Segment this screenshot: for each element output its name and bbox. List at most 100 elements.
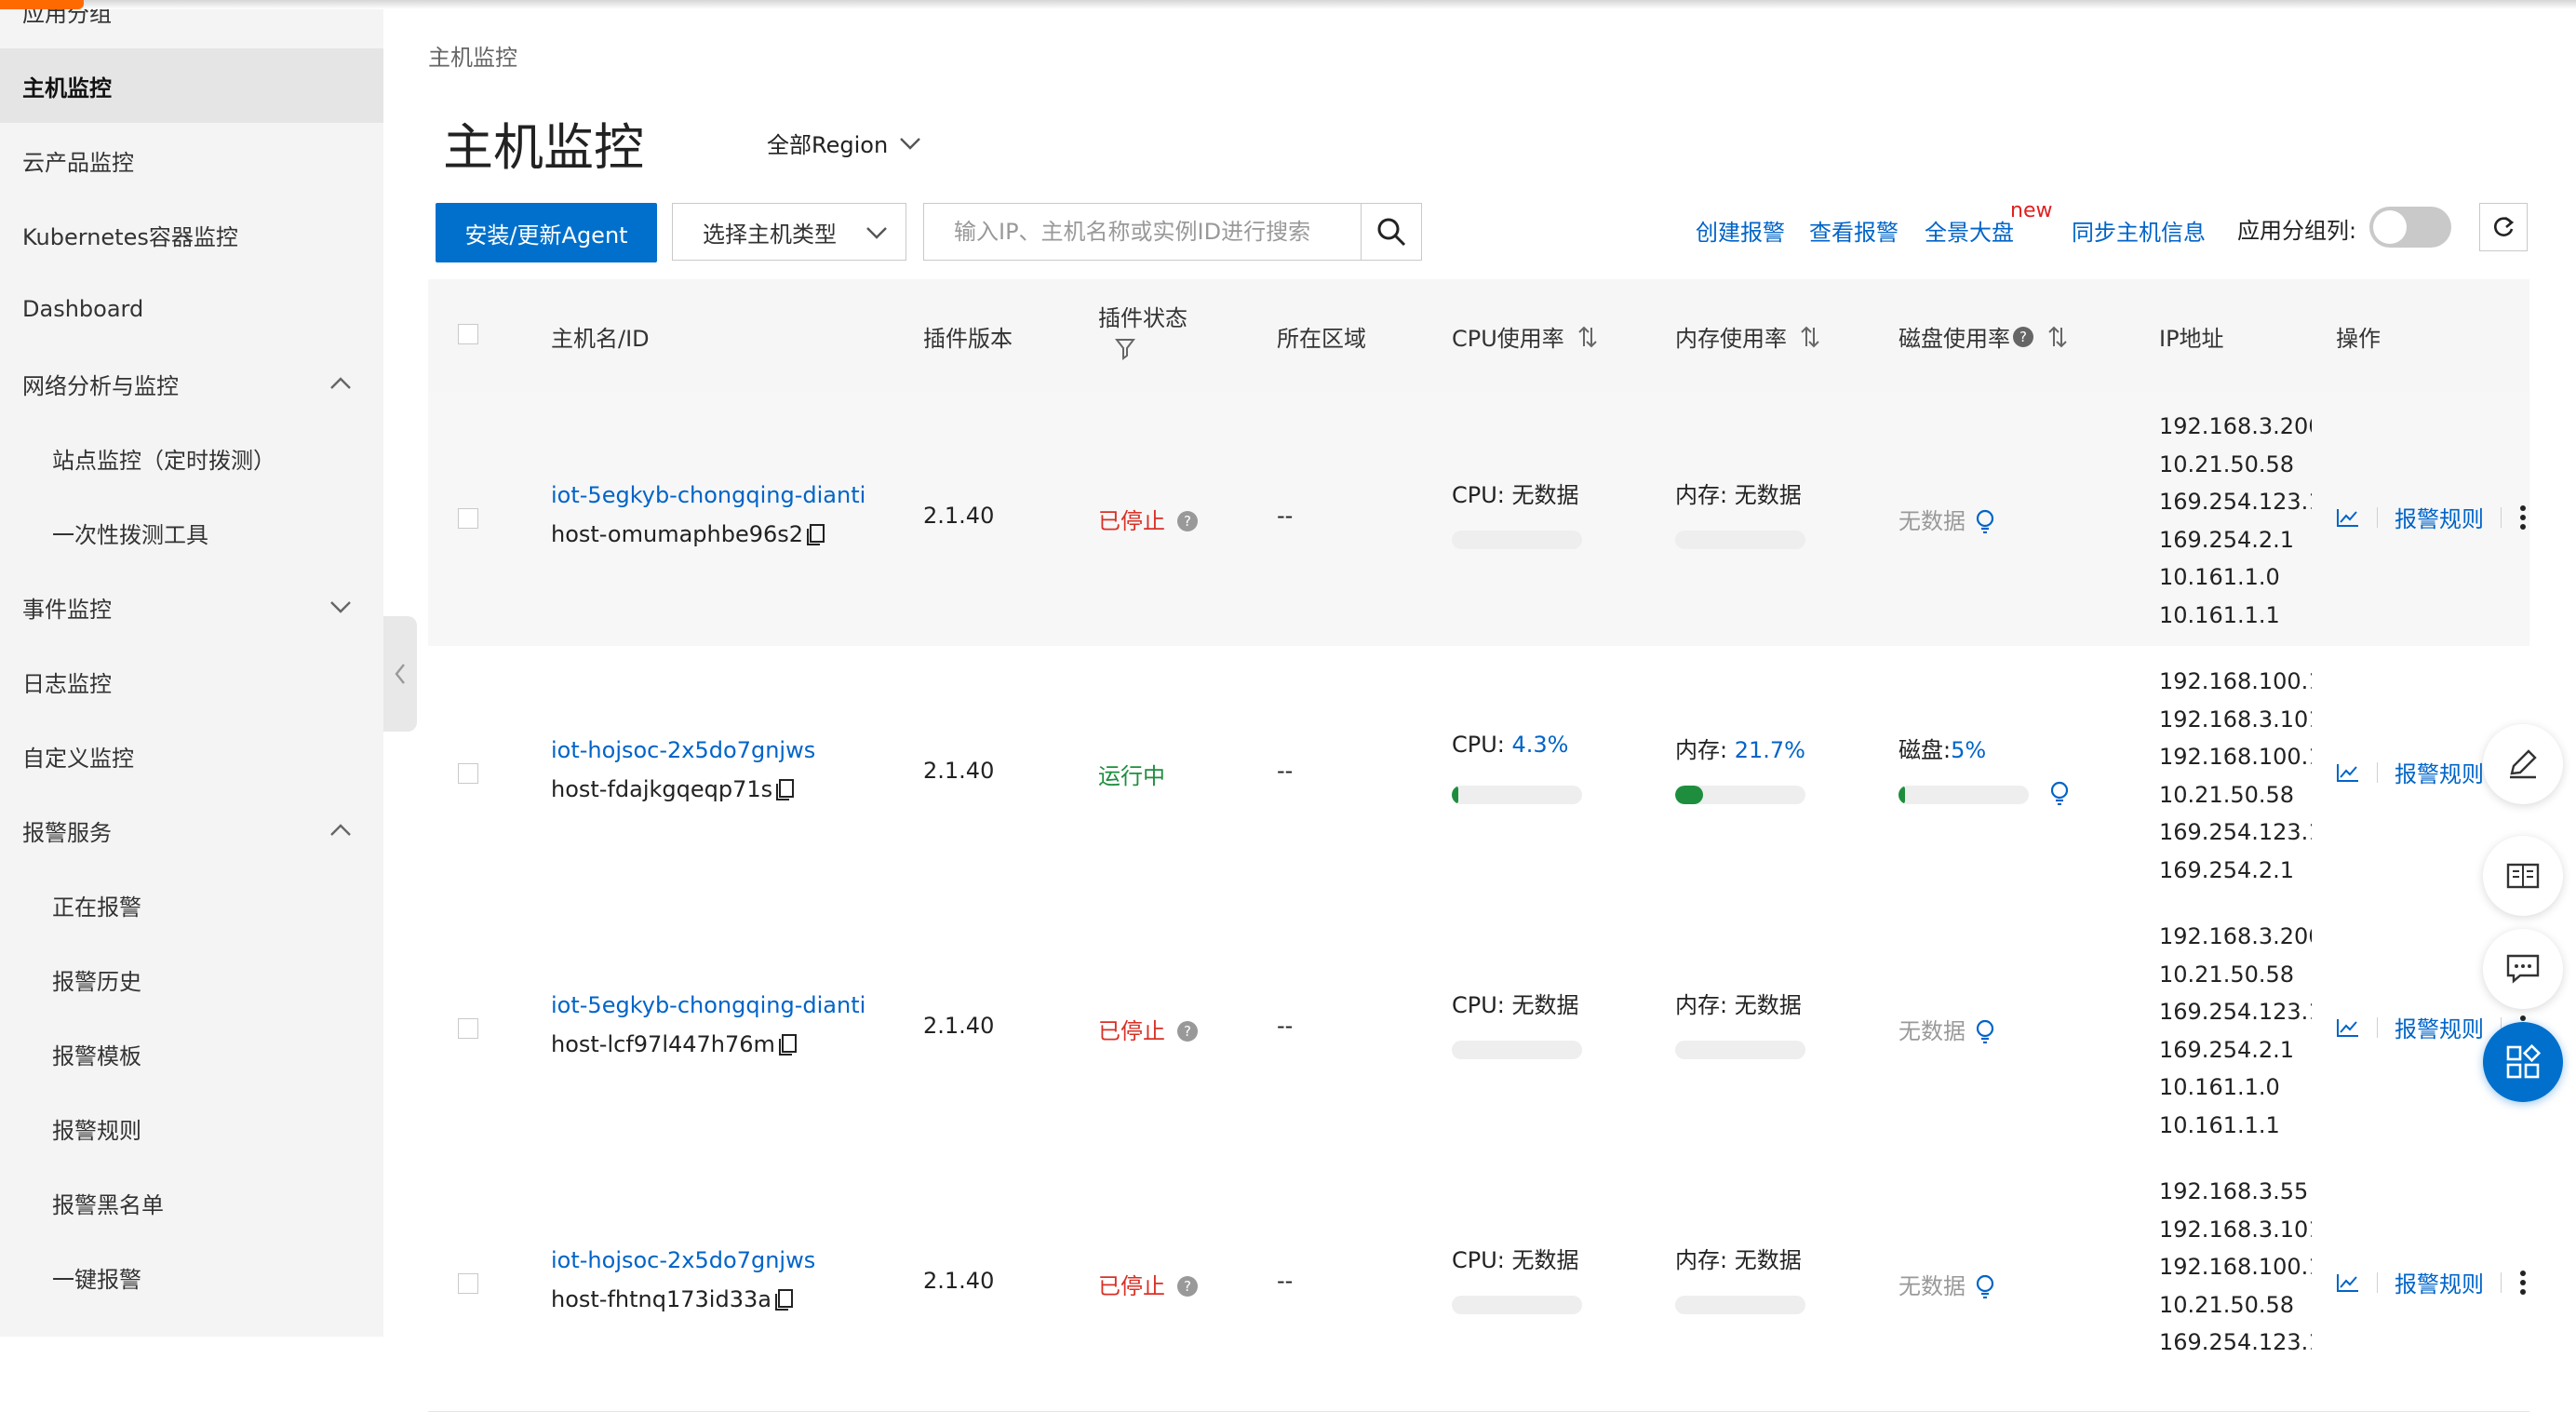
docs-button[interactable] xyxy=(2483,836,2563,916)
chart-icon[interactable] xyxy=(2336,507,2360,528)
host-type-select[interactable]: 选择主机类型 xyxy=(672,203,906,261)
sidebar-item-event-monitor[interactable]: 事件监控 xyxy=(0,570,383,644)
host-name-link[interactable]: iot-hojsoc-2x5do7gnjws xyxy=(551,1247,815,1273)
lightbulb-icon[interactable] xyxy=(2049,781,2070,806)
refresh-icon xyxy=(2494,216,2515,236)
ip-address: 169.254.2.1 xyxy=(2159,526,2295,553)
filter-icon[interactable] xyxy=(1115,338,1135,360)
help-icon[interactable]: ? xyxy=(1176,1020,1199,1042)
sidebar-item-custom-monitor[interactable]: 自定义监控 xyxy=(0,719,383,793)
host-name-link[interactable]: iot-5egkyb-chongqing-dianti xyxy=(551,482,865,508)
sidebar-item-cloud-product[interactable]: 云产品监控 xyxy=(0,123,383,197)
sidebar-item-probe-tool[interactable]: 一次性拨测工具 xyxy=(0,495,383,570)
alarm-rule-link[interactable]: 报警规则 xyxy=(2395,1266,2484,1298)
sidebar-item-one-click-alarm[interactable]: 一键报警 xyxy=(0,1240,383,1314)
sidebar-item-alarm-history[interactable]: 报警历史 xyxy=(0,942,383,1016)
chevron-down-icon[interactable] xyxy=(328,594,354,620)
overview-dashboard-link[interactable]: 全景大盘 xyxy=(1925,214,2014,247)
install-agent-button[interactable]: 安装/更新Agent xyxy=(436,203,657,262)
row-checkbox[interactable] xyxy=(458,1018,478,1039)
row-checkbox[interactable] xyxy=(458,763,478,784)
search-input[interactable] xyxy=(924,204,1384,260)
search-button[interactable] xyxy=(1361,204,1421,260)
help-icon[interactable]: ? xyxy=(2012,326,2034,348)
sidebar-item-alarming[interactable]: 正在报警 xyxy=(0,867,383,942)
col-disk-label: 磁盘使用率 xyxy=(1898,326,2010,352)
chat-button[interactable] xyxy=(2483,929,2563,1009)
copy-icon[interactable] xyxy=(773,1287,796,1311)
copy-icon[interactable] xyxy=(777,1032,799,1056)
chevron-up-icon[interactable] xyxy=(328,817,354,843)
region-selector[interactable]: 全部Region xyxy=(767,127,921,159)
chevron-up-icon[interactable] xyxy=(328,370,354,397)
breadcrumb[interactable]: 主机监控 xyxy=(428,39,517,72)
help-icon[interactable]: ? xyxy=(1176,510,1199,532)
row-checkbox[interactable] xyxy=(458,1273,478,1294)
book-icon xyxy=(2506,863,2540,889)
table-header: 主机名/ID 插件版本 插件状态 所在区域 CPU使用率 内存使用率 磁盘使用率… xyxy=(428,279,2529,392)
cpu-progress-bar xyxy=(1452,1296,1582,1314)
more-icon[interactable] xyxy=(2518,1270,2528,1296)
host-id-text: host-omumaphbe96s2 xyxy=(551,521,804,547)
create-alarm-link[interactable]: 创建报警 xyxy=(1696,214,1785,247)
alarm-rule-link[interactable]: 报警规则 xyxy=(2395,756,2484,788)
sidebar-item-kubernetes[interactable]: Kubernetes容器监控 xyxy=(0,197,383,272)
col-memory-label: 内存使用率 xyxy=(1675,326,1787,352)
sort-icon[interactable] xyxy=(2047,325,2068,349)
sidebar-item-label: 云产品监控 xyxy=(22,149,134,176)
copy-icon[interactable] xyxy=(774,777,797,801)
apps-button[interactable] xyxy=(2483,1022,2563,1102)
sidebar-item-network[interactable]: 网络分析与监控 xyxy=(0,346,383,421)
disk-value: 无数据 xyxy=(1898,508,1966,534)
region-value: -- xyxy=(1277,758,1294,784)
chart-icon[interactable] xyxy=(2336,1272,2360,1293)
top-shadow xyxy=(0,0,2576,9)
row-checkbox[interactable] xyxy=(458,508,478,529)
alarm-rule-link[interactable]: 报警规则 xyxy=(2395,501,2484,533)
host-name-link[interactable]: iot-5egkyb-chongqing-dianti xyxy=(551,992,865,1018)
ip-address: 169.254.123.1 xyxy=(2159,1329,2312,1355)
cpu-usage: CPU: 无数据 xyxy=(1452,1242,1579,1274)
sidebar-item-label: Dashboard xyxy=(22,296,144,322)
region-value: -- xyxy=(1277,503,1294,529)
ip-address: 192.168.3.101 xyxy=(2159,706,2312,733)
alarm-rule-link[interactable]: 报警规则 xyxy=(2395,1011,2484,1043)
sidebar-item-alarm-service[interactable]: 报警服务 xyxy=(0,793,383,867)
sidebar-item-log-monitor[interactable]: 日志监控 xyxy=(0,644,383,719)
select-all-checkbox[interactable] xyxy=(458,324,478,344)
sort-icon[interactable] xyxy=(1800,325,1820,349)
status-text: 已停止 xyxy=(1098,508,1165,534)
sync-host-link[interactable]: 同步主机信息 xyxy=(2072,214,2206,247)
lightbulb-icon[interactable] xyxy=(1975,1274,1995,1299)
status-text: 已停止 xyxy=(1098,1273,1165,1299)
plugin-status: 已停止? xyxy=(1098,1013,1199,1045)
memory-label: 内存: xyxy=(1675,737,1735,763)
sidebar-item-alarm-blacklist[interactable]: 报警黑名单 xyxy=(0,1165,383,1240)
chart-icon[interactable] xyxy=(2336,1017,2360,1038)
sort-icon[interactable] xyxy=(1577,325,1598,349)
copy-icon[interactable] xyxy=(805,522,827,546)
ip-address: 192.168.100.19 xyxy=(2159,744,2312,770)
more-icon[interactable] xyxy=(2518,504,2528,531)
ip-address: 10.21.50.58 xyxy=(2159,450,2295,477)
sidebar-item-host-monitor[interactable]: 主机监控 xyxy=(0,48,383,123)
view-alarm-link[interactable]: 查看报警 xyxy=(1809,214,1898,247)
chart-icon[interactable] xyxy=(2336,762,2360,783)
search-icon xyxy=(1377,218,1406,247)
sidebar-item-dashboard[interactable]: Dashboard xyxy=(0,272,383,346)
help-icon[interactable]: ? xyxy=(1176,1275,1199,1298)
sidebar-item-alarm-rules[interactable]: 报警规则 xyxy=(0,1091,383,1165)
sidebar-item-site-monitor[interactable]: 站点监控（定时拨测） xyxy=(0,421,383,495)
group-column-toggle[interactable] xyxy=(2369,207,2451,248)
disk-progress-fill xyxy=(1898,786,1905,804)
feedback-edit-button[interactable] xyxy=(2483,724,2563,804)
lightbulb-icon[interactable] xyxy=(1975,1019,1995,1044)
memory-progress-bar xyxy=(1675,531,1805,549)
sidebar-item-alarm-template[interactable]: 报警模板 xyxy=(0,1016,383,1091)
col-host: 主机名/ID xyxy=(551,326,650,352)
refresh-button[interactable] xyxy=(2479,203,2528,251)
sidebar-collapse-button[interactable] xyxy=(383,616,417,732)
host-name-link[interactable]: iot-hojsoc-2x5do7gnjws xyxy=(551,737,815,763)
memory-usage: 内存: 无数据 xyxy=(1675,987,1802,1019)
lightbulb-icon[interactable] xyxy=(1975,509,1995,534)
